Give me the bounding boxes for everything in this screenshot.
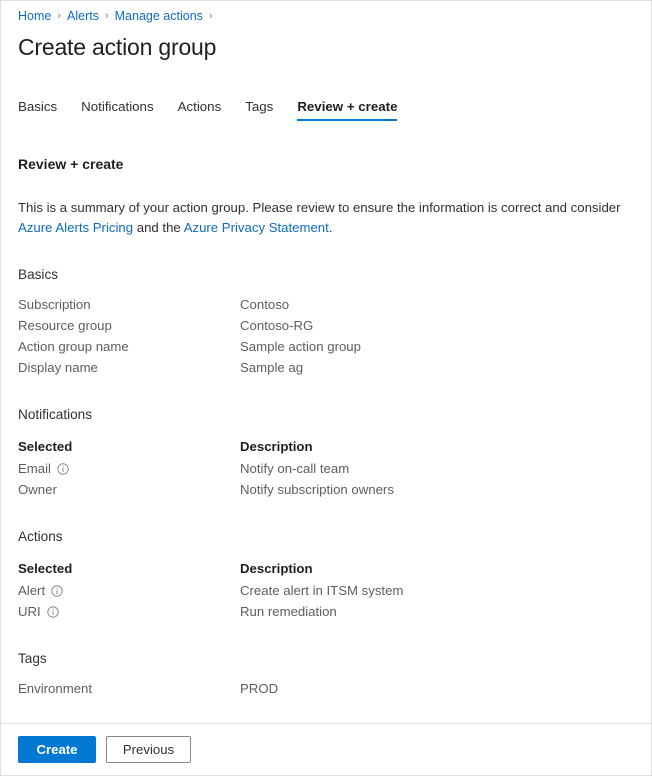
row-value: Contoso bbox=[240, 297, 289, 312]
column-header-description: Description bbox=[240, 439, 313, 454]
table-header-row: SelectedDescription bbox=[18, 434, 634, 458]
row-value: Create alert in ITSM system bbox=[240, 583, 403, 598]
tab-actions[interactable]: Actions bbox=[178, 99, 222, 121]
summary-section-tags: Tags Environment PROD bbox=[18, 651, 634, 699]
breadcrumb-item-home[interactable]: Home bbox=[18, 8, 51, 24]
row-value: Notify subscription owners bbox=[240, 482, 394, 497]
row-value: Contoso-RG bbox=[240, 318, 313, 333]
row-label-text: Alert bbox=[18, 583, 45, 598]
table-row: Action group name Sample action group bbox=[18, 336, 634, 357]
table-row: Email Notify on-call team bbox=[18, 458, 634, 479]
breadcrumb: Home › Alerts › Manage actions › bbox=[18, 1, 634, 24]
section-rows: SelectedDescription Alert Create alert in … bbox=[18, 556, 634, 622]
column-header-selected: Selected bbox=[18, 439, 240, 454]
row-value: Sample ag bbox=[240, 360, 303, 375]
page-content: Home › Alerts › Manage actions › Create actio… bbox=[1, 1, 651, 723]
row-label: Subscription bbox=[18, 297, 240, 312]
row-label-text: URI bbox=[18, 604, 41, 619]
row-value: Notify on-call team bbox=[240, 461, 349, 476]
previous-button[interactable]: Previous bbox=[106, 736, 191, 763]
row-label: URI bbox=[18, 604, 240, 619]
row-label-text: Subscription bbox=[18, 297, 91, 312]
summary-section-actions: Actions SelectedDescription Alert Create al… bbox=[18, 529, 634, 622]
summary-section-basics: Basics Subscription Contoso Resource group C… bbox=[18, 267, 634, 378]
section-title: Notifications bbox=[18, 407, 634, 422]
section-title: Basics bbox=[18, 267, 634, 282]
column-header-description: Description bbox=[240, 561, 313, 576]
breadcrumb-separator-icon: › bbox=[209, 8, 213, 24]
table-row: Resource group Contoso-RG bbox=[18, 315, 634, 336]
table-row: Alert Create alert in ITSM system bbox=[18, 580, 634, 601]
table-row: Owner Notify subscription owners bbox=[18, 479, 634, 500]
row-value: Run remediation bbox=[240, 604, 337, 619]
info-icon[interactable] bbox=[57, 463, 69, 475]
section-rows: Environment PROD bbox=[18, 678, 634, 699]
breadcrumb-separator-icon: › bbox=[105, 8, 109, 24]
row-label-text: Owner bbox=[18, 482, 57, 497]
column-header-selected: Selected bbox=[18, 561, 240, 576]
breadcrumb-item-manage-actions[interactable]: Manage actions bbox=[115, 8, 203, 24]
review-section-heading: Review + create bbox=[18, 156, 634, 172]
tab-notifications[interactable]: Notifications bbox=[81, 99, 153, 121]
row-label-text: Resource group bbox=[18, 318, 112, 333]
breadcrumb-item-alerts[interactable]: Alerts bbox=[67, 8, 99, 24]
create-action-group-page: Home › Alerts › Manage actions › Create actio… bbox=[0, 0, 652, 776]
section-rows: SelectedDescription Email Notify on-call t… bbox=[18, 434, 634, 500]
row-label: Display name bbox=[18, 360, 240, 375]
row-label-text: Display name bbox=[18, 360, 98, 375]
row-label-text: Email bbox=[18, 461, 51, 476]
wizard-tabs: Basics Notifications Actions Tags Review + c… bbox=[18, 91, 634, 121]
tab-tags[interactable]: Tags bbox=[245, 99, 273, 121]
row-label: Owner bbox=[18, 482, 240, 497]
review-intro-text: This is a summary of your action group. … bbox=[18, 198, 622, 238]
section-title: Tags bbox=[18, 651, 634, 666]
row-label: Email bbox=[18, 461, 240, 476]
table-row: Environment PROD bbox=[18, 678, 634, 699]
page-footer: Create Previous bbox=[1, 723, 651, 775]
azure-privacy-statement-link[interactable]: Azure Privacy Statement bbox=[184, 220, 329, 235]
row-value: PROD bbox=[240, 681, 278, 696]
row-value: Sample action group bbox=[240, 339, 361, 354]
azure-alerts-pricing-link[interactable]: Azure Alerts Pricing bbox=[18, 220, 133, 235]
section-title: Actions bbox=[18, 529, 634, 544]
page-title: Create action group bbox=[18, 32, 634, 62]
summary-sections: Basics Subscription Contoso Resource group C… bbox=[18, 267, 634, 699]
info-icon[interactable] bbox=[47, 606, 59, 618]
section-rows: Subscription Contoso Resource group Contoso… bbox=[18, 294, 634, 378]
info-icon[interactable] bbox=[51, 585, 63, 597]
breadcrumb-separator-icon: › bbox=[57, 8, 61, 24]
row-label: Alert bbox=[18, 583, 240, 598]
row-label: Environment bbox=[18, 681, 240, 696]
row-label-text: Environment bbox=[18, 681, 92, 696]
tab-review-create[interactable]: Review + create bbox=[297, 99, 397, 121]
row-label: Action group name bbox=[18, 339, 240, 354]
intro-text-part-2: and the bbox=[133, 220, 184, 235]
summary-section-notifications: Notifications SelectedDescription Email Not… bbox=[18, 407, 634, 500]
tab-basics[interactable]: Basics bbox=[18, 99, 57, 121]
table-row: URI Run remediation bbox=[18, 601, 634, 622]
row-label-text: Action group name bbox=[18, 339, 129, 354]
table-header-row: SelectedDescription bbox=[18, 556, 634, 580]
create-button[interactable]: Create bbox=[18, 736, 96, 763]
row-label: Resource group bbox=[18, 318, 240, 333]
table-row: Display name Sample ag bbox=[18, 357, 634, 378]
intro-text-part-1: This is a summary of your action group. … bbox=[18, 200, 621, 215]
intro-text-part-3: . bbox=[329, 220, 333, 235]
table-row: Subscription Contoso bbox=[18, 294, 634, 315]
